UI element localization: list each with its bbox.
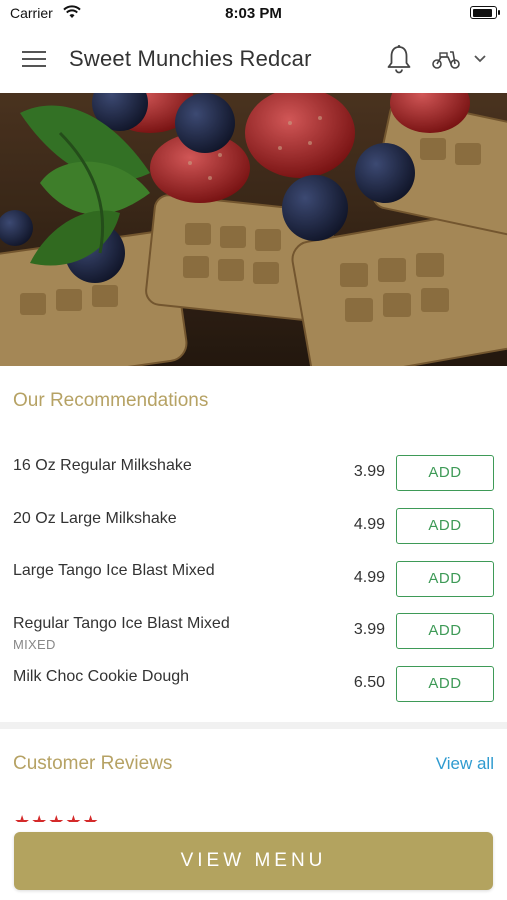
item-price: 6.50	[353, 674, 385, 691]
add-button[interactable]: ADD	[396, 613, 494, 649]
item-name: 16 Oz Regular Milkshake	[13, 457, 192, 474]
battery-level	[472, 8, 492, 17]
item-name: Large Tango Ice Blast Mixed	[13, 562, 215, 579]
item-subtitle: MIXED	[13, 637, 56, 652]
clock: 8:03 PM	[225, 5, 282, 22]
scooter-icon[interactable]	[431, 48, 461, 70]
status-bar: Carrier 8:03 PM	[0, 0, 507, 28]
item-name: Milk Choc Cookie Dough	[13, 668, 190, 685]
menu-item: Regular Tango Ice Blast Mixed MIXED 3.99…	[0, 613, 507, 667]
add-button[interactable]: ADD	[396, 455, 494, 491]
item-name: 20 Oz Large Milkshake	[13, 510, 177, 527]
waffles-photo	[0, 93, 507, 366]
chevron-down-icon[interactable]	[472, 54, 488, 64]
recommendations-heading: Our Recommendations	[13, 390, 209, 411]
add-button[interactable]: ADD	[396, 561, 494, 597]
app-header: Sweet Munchies Redcar	[0, 28, 507, 93]
item-price: 4.99	[353, 516, 385, 533]
add-button[interactable]: ADD	[396, 508, 494, 544]
section-divider	[0, 722, 507, 729]
view-all-link[interactable]: View all	[436, 754, 494, 774]
menu-icon[interactable]	[22, 48, 48, 70]
item-price: 4.99	[353, 569, 385, 586]
view-menu-button[interactable]: VIEW MENU	[14, 832, 493, 890]
item-price: 3.99	[353, 621, 385, 638]
battery-icon	[470, 6, 500, 19]
menu-item: 20 Oz Large Milkshake 4.99 ADD	[0, 508, 507, 562]
menu-item: 16 Oz Regular Milkshake 3.99 ADD	[0, 455, 507, 509]
menu-item: Large Tango Ice Blast Mixed 4.99 ADD	[0, 561, 507, 614]
bell-icon[interactable]	[385, 44, 413, 74]
reviews-heading: Customer Reviews	[13, 753, 173, 774]
item-name: Regular Tango Ice Blast Mixed	[13, 615, 230, 632]
item-price: 3.99	[353, 463, 385, 480]
add-button[interactable]: ADD	[396, 666, 494, 702]
hero-image	[0, 93, 507, 366]
menu-item: Milk Choc Cookie Dough 6.50 ADD	[0, 666, 507, 720]
restaurant-title: Sweet Munchies Redcar	[69, 46, 312, 71]
